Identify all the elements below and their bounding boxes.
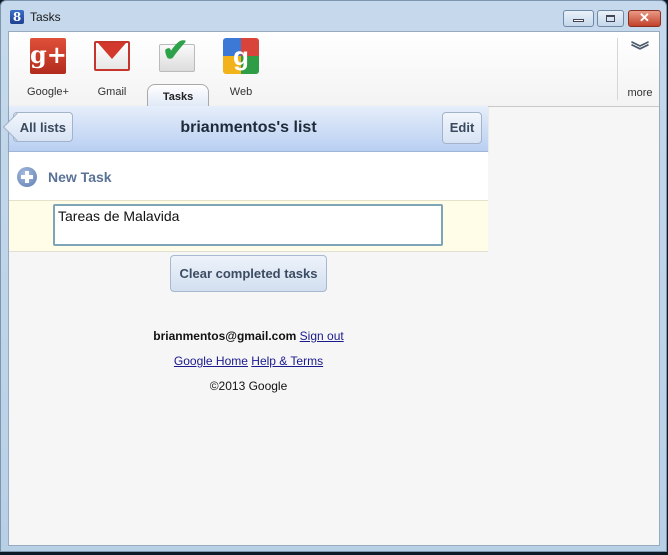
google-web-icon: g <box>223 38 259 74</box>
toolbar-item-label: Google+ <box>27 86 69 98</box>
clear-completed-button[interactable]: Clear completed tasks <box>170 255 327 292</box>
app-toolbar: g+ Google+ Gmail ✔ Tasks g Web ︾ more <box>9 32 659 107</box>
clear-section: Clear completed tasks <box>9 252 488 298</box>
toolbar-item-label: Gmail <box>97 86 127 98</box>
maximize-button[interactable] <box>597 10 624 27</box>
edit-button[interactable]: Edit <box>442 112 482 144</box>
tasks-panel: All lists brianmentos's list Edit New Ta… <box>9 106 488 393</box>
google-g-icon: 8 <box>10 10 24 24</box>
list-title: brianmentos's list <box>180 119 317 136</box>
double-chevron-down-icon: ︾ <box>631 41 649 61</box>
more-label: more <box>627 87 653 99</box>
gmail-icon <box>94 41 130 71</box>
window-title: Tasks <box>30 10 61 24</box>
add-circle-icon <box>17 167 37 187</box>
toolbar-item-web[interactable]: g Web <box>209 32 273 106</box>
account-row: brianmentos@gmail.com Sign out <box>9 329 488 343</box>
title-bar[interactable]: 8 Tasks ✕ <box>1 1 666 31</box>
sign-out-link[interactable]: Sign out <box>300 329 344 343</box>
client-area: g+ Google+ Gmail ✔ Tasks g Web ︾ more Al… <box>8 31 660 546</box>
new-task-label: New Task <box>48 169 112 185</box>
list-header: All lists brianmentos's list Edit <box>9 106 488 152</box>
task-title-input[interactable] <box>53 204 443 246</box>
toolbar-item-google-plus[interactable]: g+ Google+ <box>16 32 80 106</box>
links-row: Google Home Help & Terms <box>9 354 488 368</box>
close-button[interactable]: ✕ <box>628 10 661 27</box>
account-email: brianmentos@gmail.com <box>153 329 297 343</box>
toolbar-item-gmail[interactable]: Gmail <box>80 32 144 106</box>
copyright: ©2013 Google <box>209 379 288 393</box>
tasks-checkmark-icon: ✔ <box>159 32 195 72</box>
more-button[interactable]: ︾ more <box>621 32 659 106</box>
google-plus-icon: g+ <box>30 38 67 74</box>
minimize-button[interactable] <box>563 10 594 27</box>
tab-tasks-active[interactable]: Tasks <box>147 84 209 107</box>
task-row <box>9 201 488 252</box>
new-task-button[interactable]: New Task <box>9 152 488 201</box>
toolbar-item-label: Web <box>229 86 253 98</box>
help-terms-link[interactable]: Help & Terms <box>251 354 323 368</box>
close-icon: ✕ <box>639 10 650 25</box>
toolbar-divider <box>617 38 618 100</box>
app-window: 8 Tasks ✕ g+ Google+ Gmail ✔ Tasks g Web <box>0 0 667 552</box>
google-home-link[interactable]: Google Home <box>174 354 248 368</box>
